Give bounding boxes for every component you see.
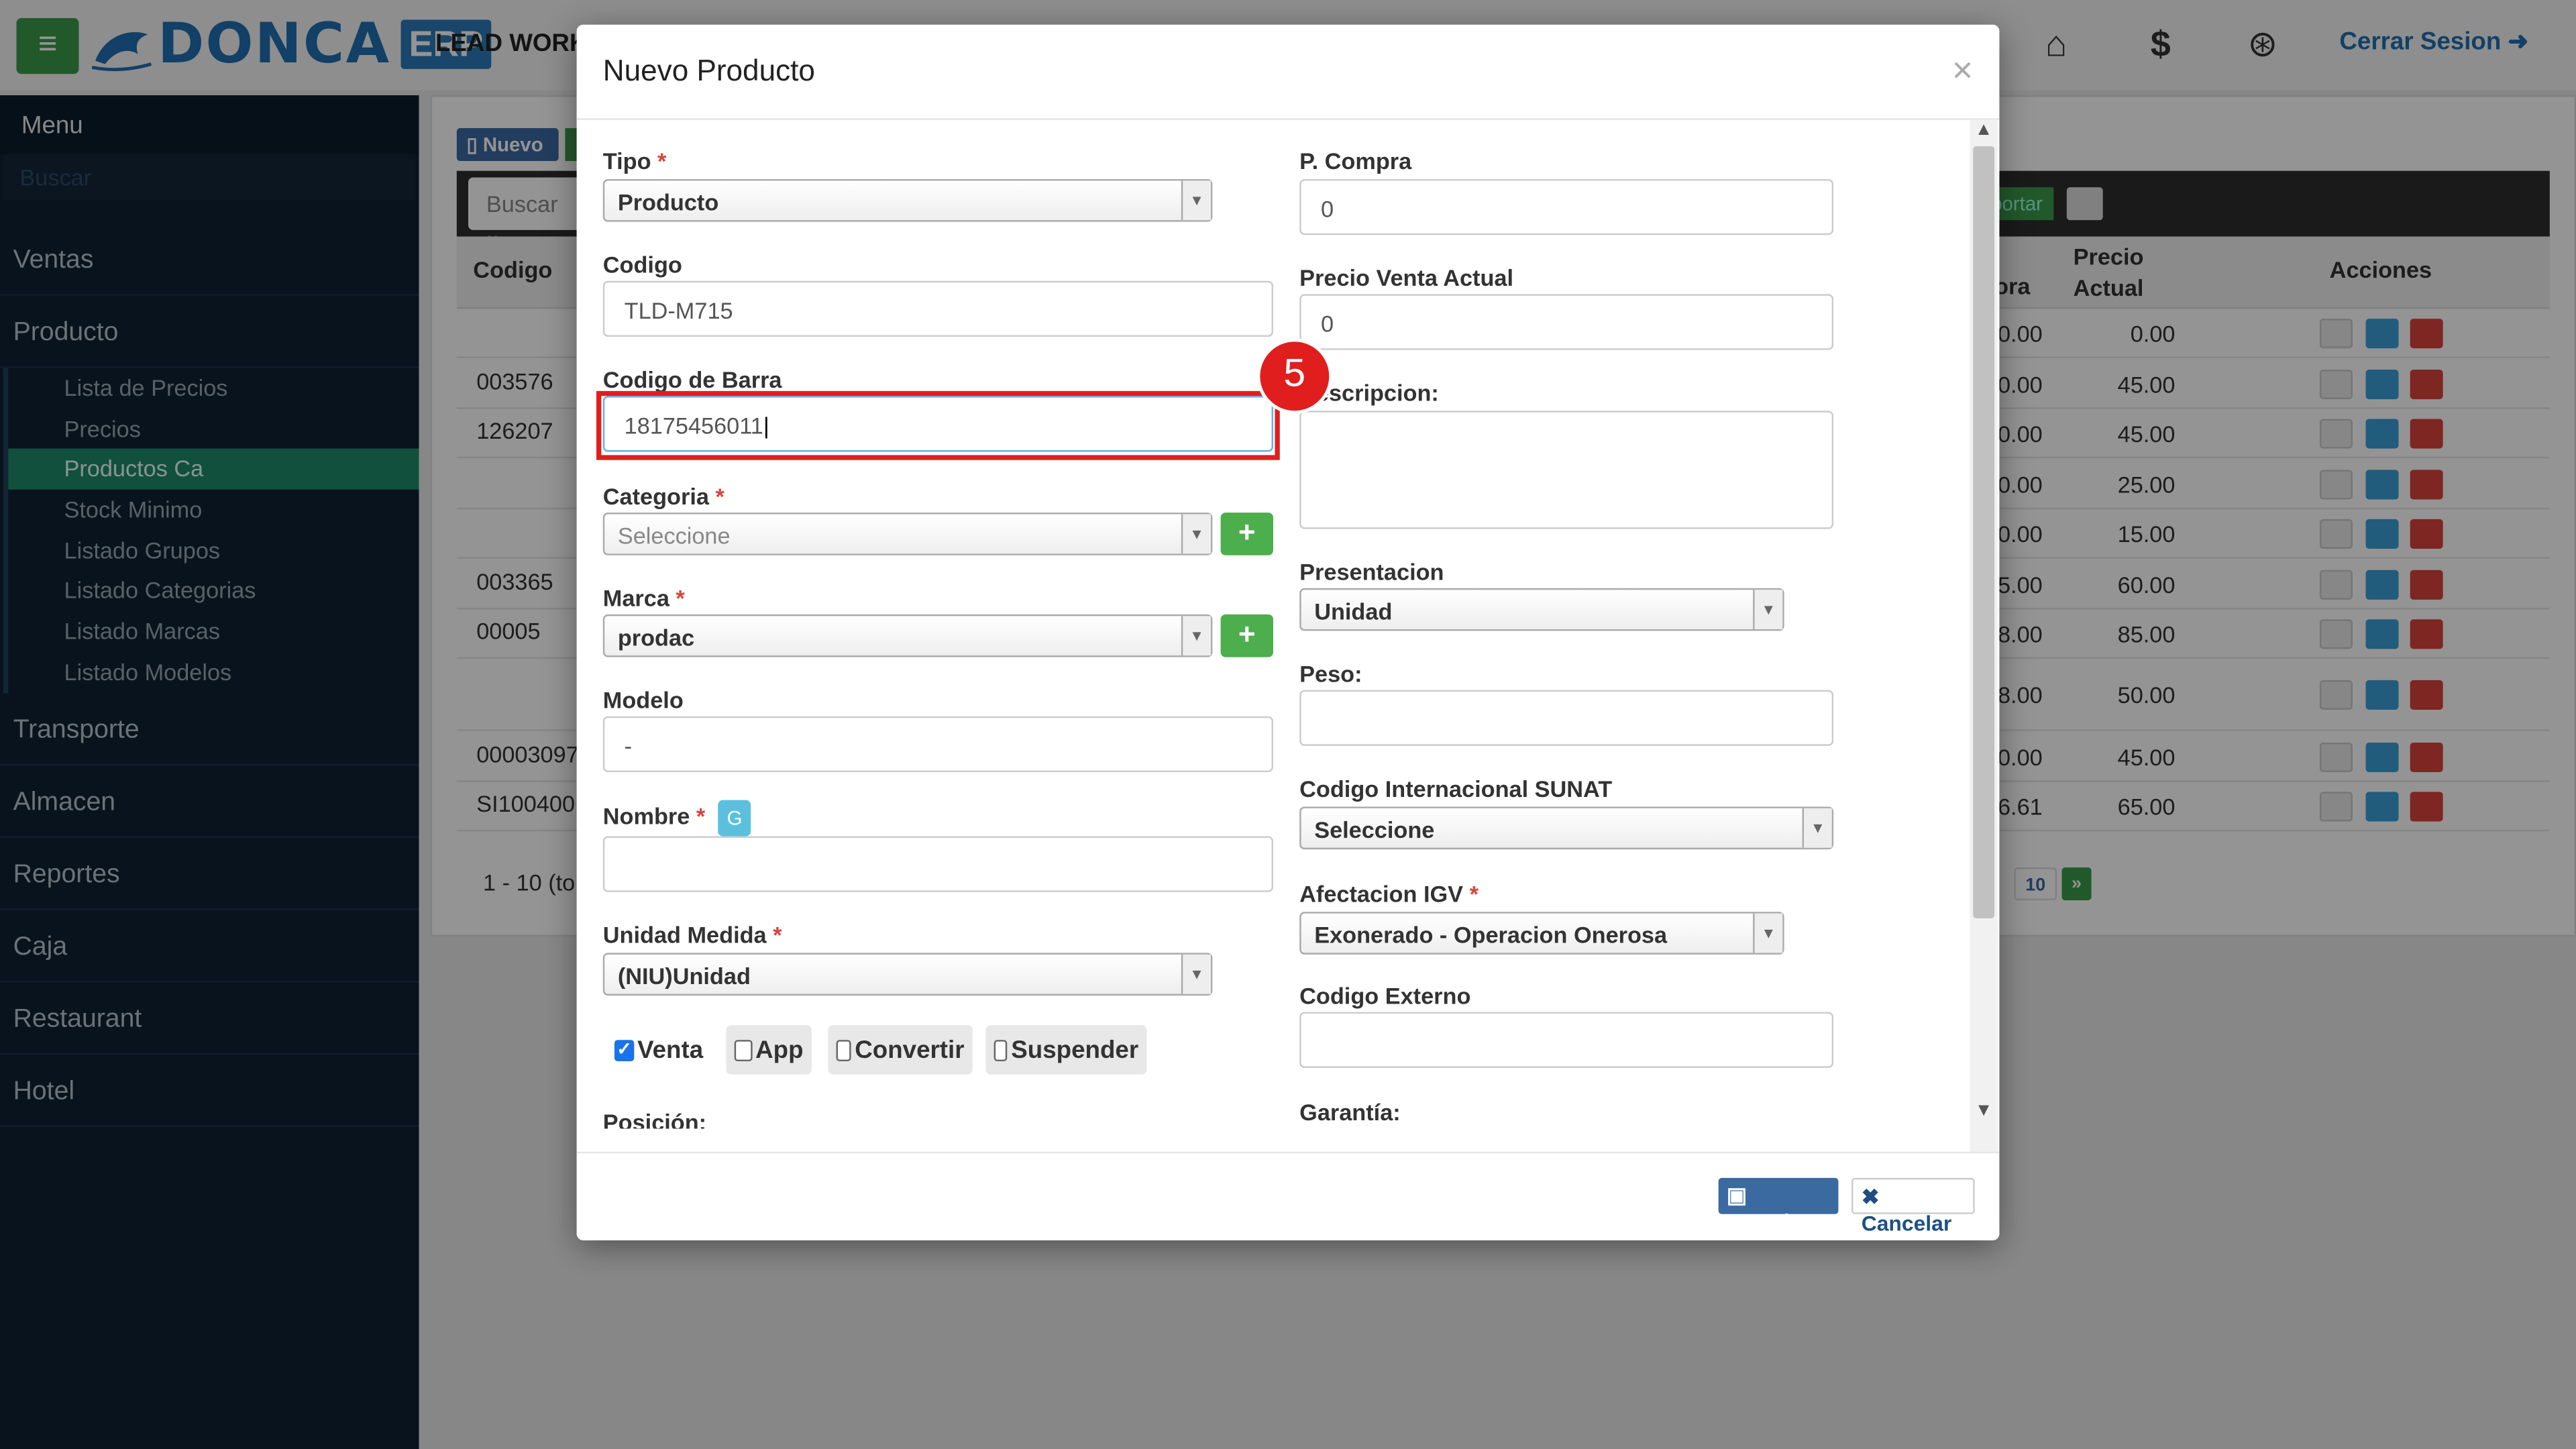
modelo-input[interactable]: - <box>602 716 1273 773</box>
peso-input[interactable] <box>1299 690 1834 746</box>
tipo-select-value: Producto <box>617 189 719 215</box>
suspender-checkbox-label: Suspender <box>1011 1036 1139 1064</box>
chevron-down-icon: ▼ <box>1753 913 1783 953</box>
scroll-down-icon[interactable]: ▼ <box>1975 1101 1993 1120</box>
venta-checkbox[interactable]: ✓ Venta <box>606 1025 712 1075</box>
checkbox-box <box>994 1038 1008 1061</box>
igv-select-value: Exonerado - Operacion Onerosa <box>1314 921 1668 949</box>
descripcion-textarea[interactable] <box>1299 411 1834 529</box>
barcode-highlight-box <box>596 390 1280 460</box>
nombre-input[interactable] <box>602 836 1273 892</box>
required-mark: * <box>715 483 724 510</box>
modelo-label: Modelo <box>602 686 684 713</box>
precio-venta-label: Precio Venta Actual <box>1299 264 1514 291</box>
cancel-button[interactable]: ✖ Cancelar <box>1851 1177 1975 1236</box>
convertir-checkbox[interactable]: Convertir <box>828 1025 973 1075</box>
chevron-down-icon: ▼ <box>1802 808 1832 848</box>
add-marca-button[interactable]: + <box>1220 614 1273 657</box>
modal-title: Nuevo Producto <box>602 54 815 87</box>
categoria-label-text: Categoria <box>602 483 709 510</box>
convertir-checkbox-label: Convertir <box>855 1036 965 1064</box>
posicion-label: Posición: <box>602 1109 707 1129</box>
presentacion-select-value: Unidad <box>1314 598 1393 625</box>
google-translate-button[interactable]: G <box>718 800 751 837</box>
step-badge: 5 <box>1256 338 1333 415</box>
checkbox-box <box>734 1038 753 1061</box>
required-mark: * <box>676 584 685 612</box>
igv-label-text: Afectacion IGV <box>1299 880 1464 907</box>
codigo-label: Codigo <box>602 251 682 278</box>
required-mark: * <box>773 921 782 949</box>
unidad-select-value: (NIU)Unidad <box>617 963 751 989</box>
externo-input[interactable] <box>1299 1012 1834 1068</box>
chevron-down-icon: ▼ <box>1181 180 1211 221</box>
save-button[interactable]: ▣ Guardar <box>1718 1177 1839 1234</box>
chevron-down-icon: ▼ <box>1181 514 1211 554</box>
scroll-up-icon[interactable]: ▲ <box>1975 120 1993 140</box>
igv-select[interactable]: Exonerado - Operacion Onerosa ▼ <box>1299 912 1784 955</box>
marca-label: Marca * <box>603 585 685 611</box>
required-mark: * <box>1469 880 1479 907</box>
cancel-label: Cancelar <box>1861 1210 1952 1236</box>
venta-checkbox-label: Venta <box>637 1036 704 1064</box>
categoria-select-value: Seleccione <box>617 522 731 549</box>
app-root: ≡ DONCA ERP LEAD WORK ⌂ $ ⊛ Cerrar Sesio… <box>0 0 2576 1449</box>
checkbox-box <box>836 1038 852 1061</box>
divider <box>576 118 2000 120</box>
precio-venta-input[interactable]: 0 <box>1299 294 1834 350</box>
codigo-input[interactable]: TLD-M715 <box>602 280 1273 337</box>
required-mark: * <box>696 802 706 830</box>
tipo-select[interactable]: Producto ▼ <box>602 178 1213 222</box>
garantia-label: Garantía: <box>1299 1099 1401 1126</box>
close-icon: ✖ <box>1861 1184 1880 1210</box>
suspender-checkbox[interactable]: Suspender <box>985 1025 1147 1075</box>
nombre-label-text: Nombre <box>602 802 690 830</box>
save-label: Guardar <box>1726 1209 1810 1234</box>
p-compra-label: P. Compra <box>1299 148 1412 174</box>
peso-label: Peso: <box>1299 660 1362 687</box>
app-checkbox[interactable]: App <box>726 1025 812 1075</box>
chevron-down-icon: ▼ <box>1181 954 1211 994</box>
p-compra-input[interactable]: 0 <box>1299 178 1834 235</box>
marca-label-text: Marca <box>602 584 669 612</box>
add-categoria-button[interactable]: + <box>1220 513 1273 555</box>
tipo-label: Tipo * <box>603 148 667 174</box>
categoria-label: Categoria * <box>603 483 724 509</box>
check-icon: ✓ <box>614 1038 635 1061</box>
close-icon[interactable]: × <box>1952 49 1973 92</box>
marca-select-value: prodac <box>617 624 695 651</box>
modal-scroll-thumb[interactable] <box>1973 146 1995 918</box>
chevron-down-icon: ▼ <box>1753 590 1783 629</box>
nombre-label: Nombre * G <box>603 800 751 837</box>
barra-label: Codigo de Barra <box>602 366 782 393</box>
save-icon: ▣ <box>1726 1183 1748 1208</box>
igv-label: Afectacion IGV * <box>1299 881 1479 907</box>
unidad-label-text: Unidad Medida <box>602 921 767 949</box>
presentacion-label: Presentacion <box>1299 558 1444 585</box>
sunat-select-value: Seleccione <box>1314 816 1435 843</box>
unidad-label: Unidad Medida * <box>603 922 782 948</box>
marca-select[interactable]: prodac ▼ <box>602 614 1213 657</box>
new-product-modal: Nuevo Producto × Tipo * Producto ▼ Codigo… <box>576 24 2000 1240</box>
chevron-down-icon: ▼ <box>1181 616 1211 656</box>
presentacion-select[interactable]: Unidad ▼ <box>1299 588 1784 631</box>
unidad-select[interactable]: (NIU)Unidad ▼ <box>602 953 1213 996</box>
sunat-select[interactable]: Seleccione ▼ <box>1299 806 1834 850</box>
app-checkbox-label: App <box>755 1036 804 1064</box>
sunat-label: Codigo Internacional SUNAT <box>1299 775 1613 802</box>
footer-divider <box>576 1151 2000 1154</box>
required-mark: * <box>657 148 667 174</box>
categoria-select[interactable]: Seleccione ▼ <box>602 513 1213 555</box>
externo-label: Codigo Externo <box>1299 982 1471 1009</box>
tipo-label-text: Tipo <box>602 148 651 174</box>
